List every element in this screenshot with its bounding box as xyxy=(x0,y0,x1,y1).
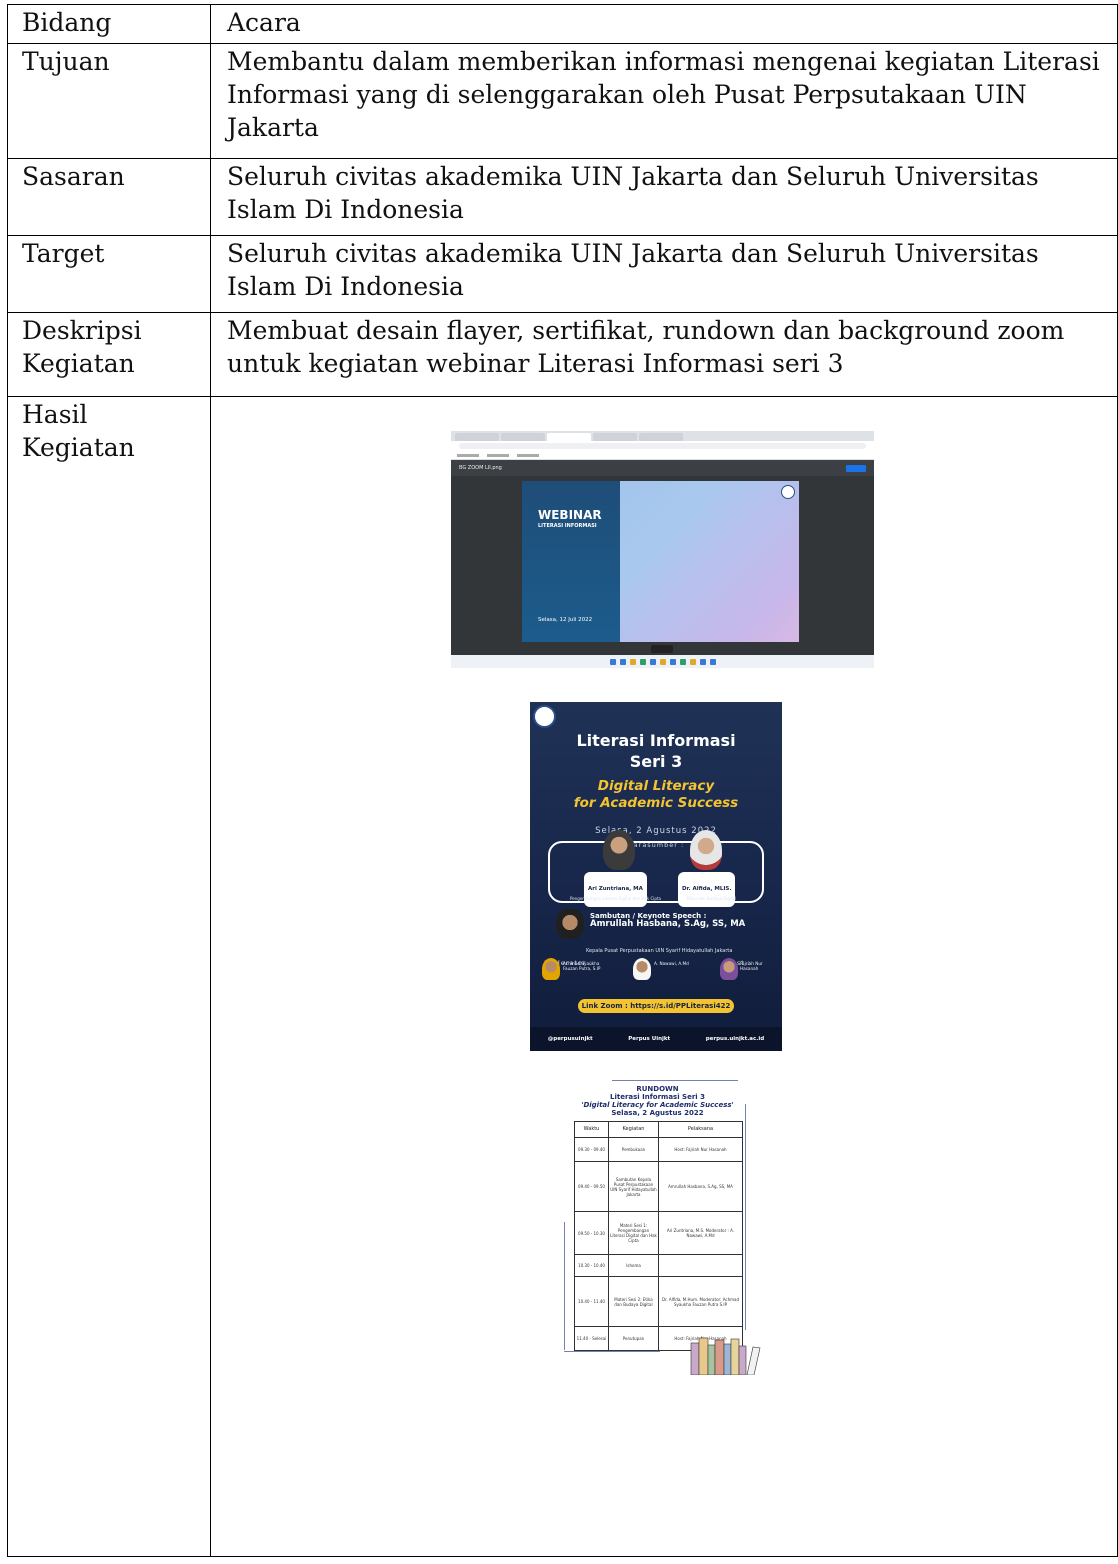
poster-theme-line1: Digital Literacy xyxy=(597,778,715,794)
value-target: Seluruh civitas akademika UIN Jakarta da… xyxy=(210,235,1118,313)
label-hasil: Hasil Kegiatan xyxy=(7,396,211,1557)
poster-footer: @perpusuinjkt Perpus Uinjkt perpus.uinjk… xyxy=(530,1027,782,1051)
slide-date: Selasa, 12 Juli 2022 xyxy=(538,617,593,623)
uin-logo-icon xyxy=(533,705,556,728)
value-deskripsi: Membuat desain flayer, sertifikat, rundo… xyxy=(210,312,1118,397)
value-tujuan: Membantu dalam memberikan informasi meng… xyxy=(210,43,1118,159)
table-cell: Materi Sesi 2: Etika dan Budaya Digital xyxy=(608,1276,659,1327)
table-cell xyxy=(658,1254,743,1277)
table-cell: Ari Zuntriana, M.S. Moderator : A. Nawaw… xyxy=(658,1211,743,1255)
poster-series: Seri 3 xyxy=(629,752,683,771)
poster-theme-line2: for Academic Success xyxy=(573,795,739,811)
label-tujuan: Tujuan xyxy=(7,43,211,159)
value-hasil: BG ZOOM LII.png WEBINAR LITERASI INFORMA… xyxy=(210,396,1118,1557)
host-photo xyxy=(720,958,738,980)
speaker1-photo xyxy=(603,830,635,870)
speaker1-role: Pengembangan Literasi Digital dan Hak Ci… xyxy=(570,896,661,901)
facebook-handle: Perpus Uinjkt xyxy=(628,1036,671,1042)
label-bidang: Bidang xyxy=(7,4,211,44)
browser-tabs xyxy=(451,431,874,441)
table-cell: Ishoma xyxy=(608,1254,659,1277)
poster-title: Literasi Informasi xyxy=(576,731,736,750)
table-cell: Materi Sesi 1: Pengembangan Literasi Dig… xyxy=(608,1211,659,1255)
slide-subtitle: LITERASI INFORMASI xyxy=(538,523,597,529)
zoom-link: Link Zoom : https://s.id/PPLiterasi422 xyxy=(578,999,734,1013)
books-illustration-icon xyxy=(690,1337,761,1375)
image-viewer: BG ZOOM LII.png WEBINAR LITERASI INFORMA… xyxy=(451,460,874,655)
table-cell: 10.40 - 11.40 xyxy=(574,1276,609,1327)
table-cell: 10.30 - 10.40 xyxy=(574,1254,609,1277)
value-bidang: Acara xyxy=(210,4,1118,44)
slide-title: WEBINAR xyxy=(538,508,602,522)
zoom-background-slide: WEBINAR LITERASI INFORMASI Selasa, 12 Ju… xyxy=(522,481,799,642)
table-cell: 09.30 - 09.40 xyxy=(574,1137,609,1162)
value-sasaran: Seluruh civitas akademika UIN Jakarta da… xyxy=(210,158,1118,236)
viewer-file-name: BG ZOOM LII.png xyxy=(459,465,502,471)
table-cell: 09.50 - 10.30 xyxy=(574,1211,609,1255)
zoom-controls xyxy=(651,645,673,653)
moderator1-name: Achmad Syaukha Fauzan Putra, S.IP xyxy=(563,961,601,971)
rundown-table: Waktu Kegiatan Pelaksana 09.30 - 09.40 P… xyxy=(574,1121,743,1351)
table-cell: Amrullah Hasbana, S.Ag, SS, MA xyxy=(658,1161,743,1212)
label-sasaran: Sasaran xyxy=(7,158,211,236)
table-cell: Penutupan xyxy=(608,1326,659,1351)
rundown-theme: 'Digital Literacy for Academic Success' xyxy=(581,1101,734,1109)
label-target: Target xyxy=(7,235,211,313)
rundown-document: RUNDOWN Literasi Informasi Seri 3 'Digit… xyxy=(562,1080,797,1420)
rundown-date: Selasa, 2 Agustus 2022 xyxy=(611,1109,704,1117)
table-cell: 11.40 - Selesai xyxy=(574,1326,609,1351)
speaker2-photo xyxy=(690,830,722,870)
table-cell: Pembukaan xyxy=(608,1137,659,1162)
moderator2-name: A. Nawawi, A.Md xyxy=(654,961,689,966)
moderator2-photo xyxy=(633,958,651,980)
browser-address-bar xyxy=(451,441,874,451)
zoom-background-screenshot: BG ZOOM LII.png WEBINAR LITERASI INFORMA… xyxy=(451,431,874,668)
rundown-col-waktu: Waktu xyxy=(574,1121,609,1138)
rundown-title: Literasi Informasi Seri 3 xyxy=(610,1093,705,1101)
social-handle: @perpusuinjkt xyxy=(547,1036,593,1042)
table-cell: Dr. Alfida, M.Hum. Moderator: Achmad Sya… xyxy=(658,1276,743,1327)
windows-taskbar xyxy=(451,655,874,668)
moderator1-photo xyxy=(542,958,560,980)
keynote-photo xyxy=(556,909,584,939)
uin-logo-icon xyxy=(781,485,795,499)
table-cell: Sambutan Kepala Pusat Perpustakaan UIN S… xyxy=(608,1161,659,1212)
bookmarks-bar xyxy=(451,451,874,460)
rundown-col-pelaksana: Pelaksana xyxy=(658,1121,743,1138)
activity-table: Bidang Acara Tujuan Membantu dalam membe… xyxy=(7,4,1118,1557)
webinar-poster: Literasi Informasi Seri 3 Digital Litera… xyxy=(530,702,782,1051)
speaker2-role: Etika dan Budaya Digital xyxy=(687,896,737,901)
table-cell: 09.40 - 09.50 xyxy=(574,1161,609,1212)
rundown-col-kegiatan: Kegiatan xyxy=(608,1121,659,1138)
host-name: Fajriah Nur Hasanah xyxy=(740,961,763,971)
website: perpus.uinjkt.ac.id xyxy=(705,1036,765,1042)
table-cell: Host: Fajriah Nur Hasanah xyxy=(658,1137,743,1162)
label-deskripsi: Deskripsi Kegiatan xyxy=(7,312,211,397)
keynote-name: Amrullah Hasbana, S.Ag, SS, MA xyxy=(590,919,746,929)
rundown-heading: RUNDOWN xyxy=(636,1085,679,1093)
share-button xyxy=(846,464,866,472)
